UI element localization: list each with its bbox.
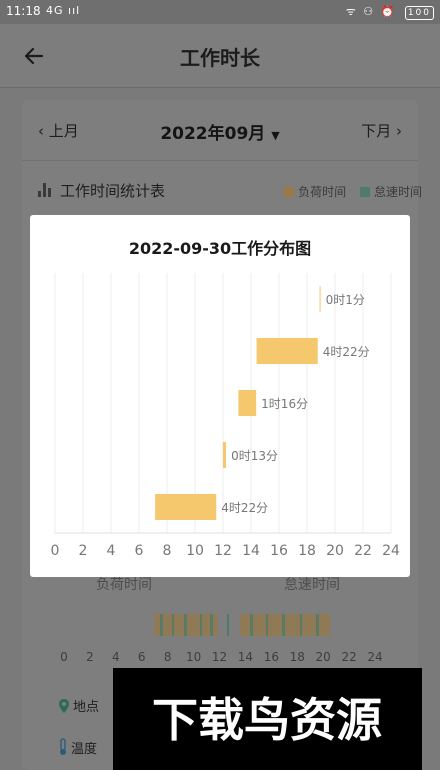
signal-icon: 4G ııl — [46, 4, 81, 17]
chart-bar — [155, 494, 217, 520]
legend-idle-label: 怠速时间 — [373, 185, 422, 199]
chart-bar — [223, 442, 227, 468]
status-icon-group: ᯤ ⚇ ⏰ — [345, 5, 397, 18]
chart-tick-label: 2 — [79, 543, 88, 559]
chart-tick-label: 14 — [242, 543, 260, 559]
chart-bar — [256, 338, 318, 364]
lower-axis-tick: 4 — [112, 650, 120, 664]
lower-axis-tick: 6 — [137, 650, 146, 664]
chart-tick-label: 20 — [326, 543, 344, 559]
legend-load-label: 负荷时间 — [298, 185, 347, 199]
chart-bar-label: 0时1分 — [326, 293, 365, 307]
chart-tick-label: 16 — [270, 543, 288, 559]
battery-icon: 100 — [404, 6, 434, 20]
chart-tick-label: 8 — [163, 543, 172, 559]
lower-axis-tick: 2 — [86, 650, 94, 664]
legend-idle: 怠速时间 — [359, 185, 422, 199]
status-icons: ᯤ ⚇ ⏰ 100 — [346, 4, 434, 20]
chart-tick-label: 10 — [186, 543, 204, 559]
status-bar: 11:18 4G ııl ᯤ ⚇ ⏰ 100 — [0, 0, 440, 24]
next-month-label: 下月 — [361, 122, 392, 140]
chart-tick-label: 12 — [214, 543, 232, 559]
watermark-logo: 下载鸟资源 — [113, 668, 422, 770]
lower-axis-tick: 16 — [263, 650, 279, 664]
chart-bar-label: 4时22分 — [323, 345, 370, 359]
lower-axis-tick: 18 — [289, 650, 305, 664]
load-time-label: 负荷时间 — [96, 577, 152, 593]
idle-time-label: 怠速时间 — [284, 577, 340, 593]
chart-tick-label: 4 — [107, 543, 116, 559]
work-distribution-dialog: 2022-09-30工作分布图 0 2 4 6 8 10 12 14 16 18 20 22 24 0时1… — [30, 215, 410, 577]
chart-legend: 负荷时间 怠速时间 — [274, 183, 422, 200]
temperature-label: 温度 — [71, 742, 98, 757]
lower-axis-tick: 10 — [185, 650, 202, 664]
bar-chart-icon — [38, 183, 54, 197]
daily-timeline-strip — [154, 614, 330, 636]
work-distribution-chart: 0 2 4 6 8 10 12 14 16 18 20 22 240时1分4时22分1时16分0时13分… — [51, 273, 400, 559]
status-time: 11:18 — [6, 4, 41, 18]
chart-tick-label: 18 — [298, 543, 316, 559]
location-row: 地点 — [58, 696, 99, 715]
section-title-text: 工作时间统计表 — [60, 182, 166, 200]
thermometer-icon — [60, 738, 66, 755]
chart-bar — [319, 286, 321, 312]
temperature-row: 温度 — [58, 738, 97, 757]
next-month-button[interactable]: 下月 › — [361, 120, 402, 141]
chart-tick-label: 22 — [354, 543, 372, 559]
current-month-label: 2022年09月 — [160, 124, 266, 144]
svg-text:下载鸟资源: 下载鸟资源 — [152, 693, 382, 747]
lower-axis-tick: 22 — [341, 650, 357, 664]
section-title: 工作时间统计表 — [38, 180, 165, 201]
lower-axis-tick: 12 — [211, 650, 228, 664]
chart-bar-label: 0时13分 — [231, 449, 278, 463]
chart-bar-label: 1时16分 — [261, 397, 308, 411]
location-label: 地点 — [73, 700, 100, 715]
chart-tick-label: 6 — [135, 543, 144, 559]
chart-bar — [238, 390, 257, 416]
lower-axis: 0 2 4 6 8 10 12 14 16 18 20 22 24 — [22, 650, 418, 668]
chart-tick-label: 0 — [51, 543, 60, 559]
location-pin-icon — [59, 699, 69, 713]
divider — [22, 160, 418, 161]
month-selector[interactable]: 2022年09月 ▼ — [22, 119, 418, 144]
month-navigator: ‹ 上月 2022年09月 ▼ 下月 › — [22, 108, 418, 156]
legend-load-swatch — [284, 187, 295, 197]
lower-axis-tick: 20 — [315, 650, 331, 664]
chart-bar-label: 4时22分 — [221, 501, 268, 515]
legend-idle-swatch — [359, 187, 370, 197]
page-title: 工作时长 — [180, 46, 260, 70]
lower-axis-tick: 8 — [163, 650, 172, 664]
legend-load: 负荷时间 — [284, 185, 350, 199]
lower-axis-tick: 14 — [237, 650, 254, 664]
chart-tick-label: 24 — [382, 543, 400, 559]
lower-axis-tick: 24 — [367, 650, 383, 664]
app-header: 工作时长 — [0, 24, 440, 88]
lower-axis-tick: 0 — [60, 650, 68, 664]
dropdown-caret-icon: ▼ — [271, 129, 280, 142]
chevron-right-icon: › — [396, 122, 402, 140]
